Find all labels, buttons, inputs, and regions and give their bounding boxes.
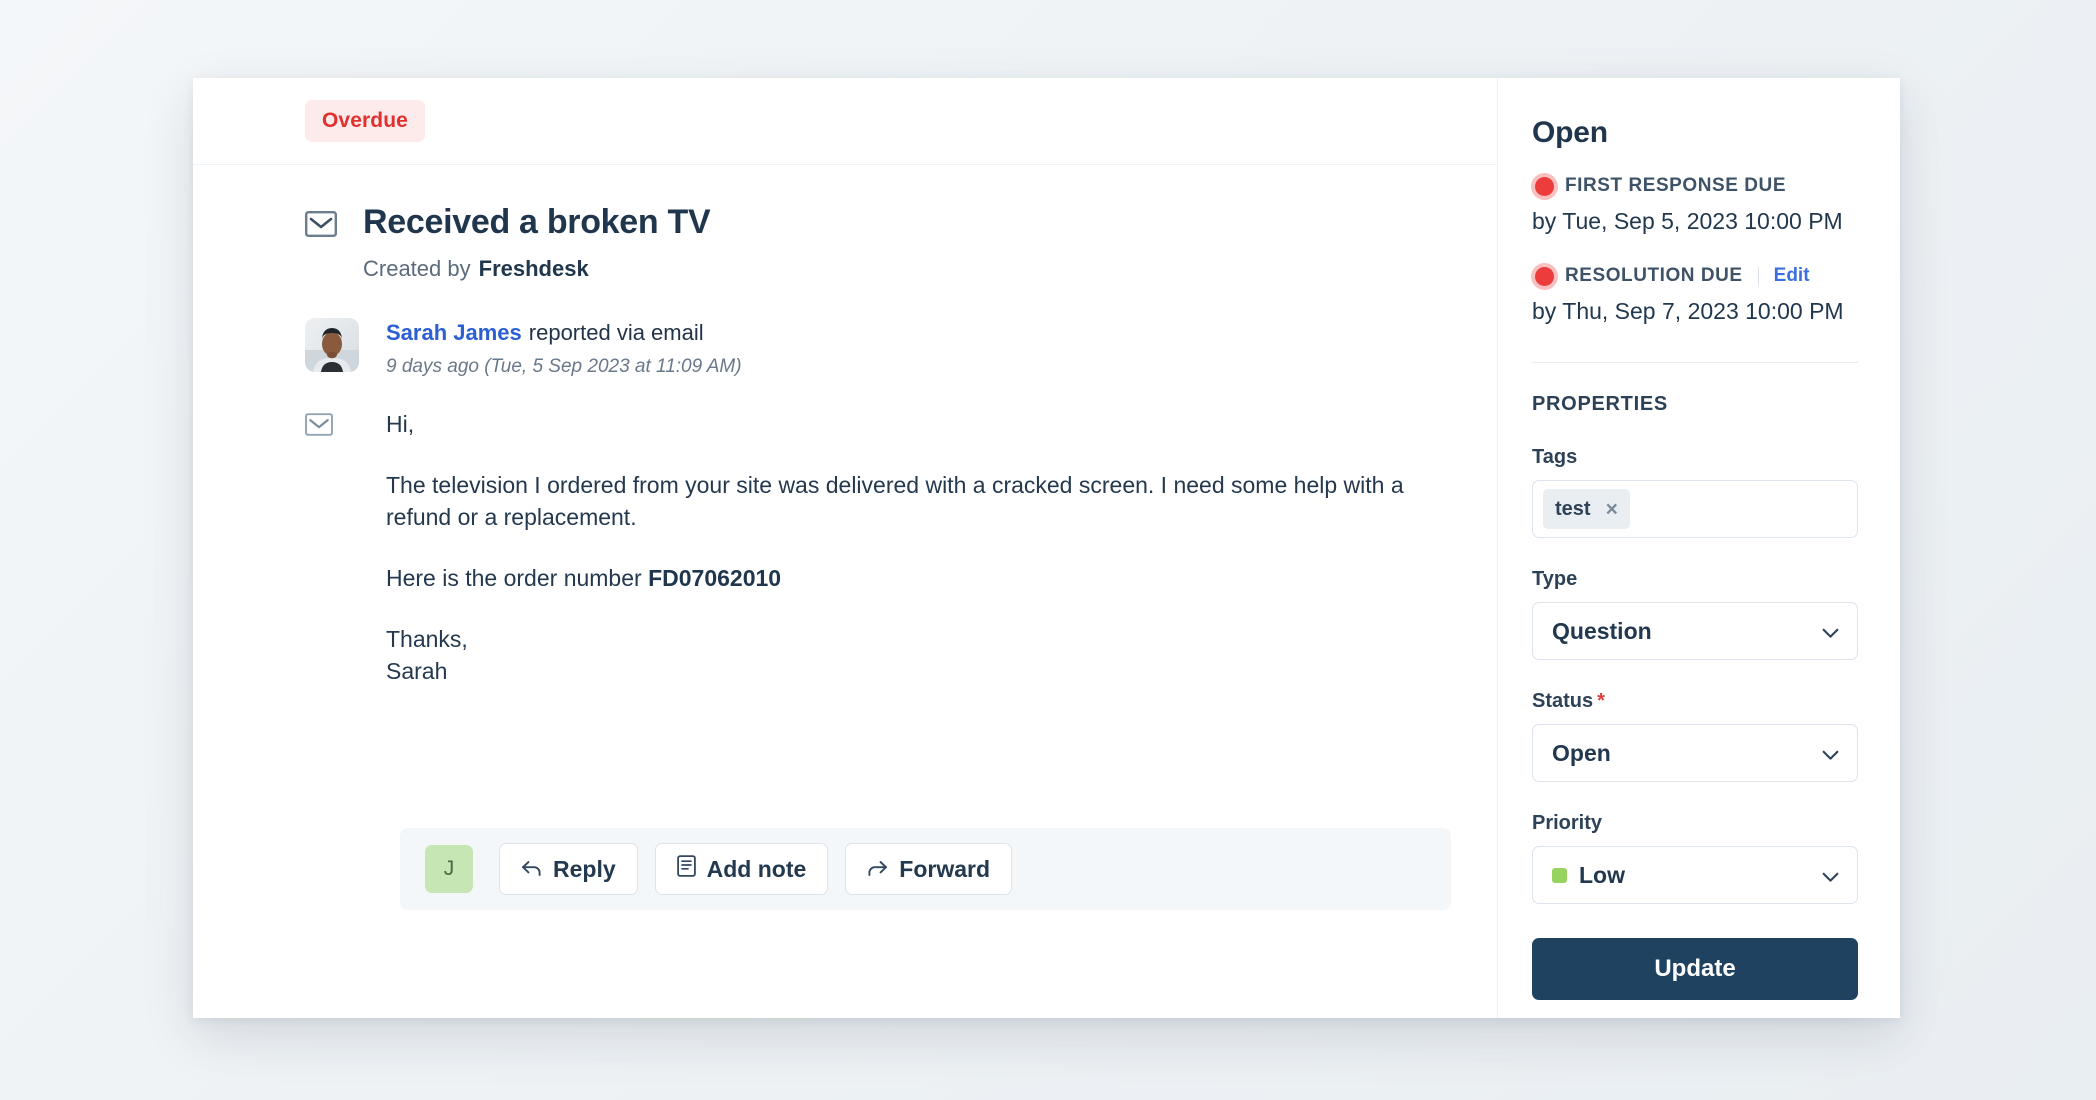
sla-edit-link[interactable]: Edit bbox=[1774, 265, 1810, 287]
created-by-label: Created by bbox=[363, 256, 471, 282]
sla-status-dot-icon bbox=[1535, 266, 1554, 286]
required-indicator: * bbox=[1597, 690, 1605, 712]
created-by-line: Created by Freshdesk bbox=[363, 256, 710, 282]
reporter-row: Sarah James reported via email 9 days ago… bbox=[193, 318, 1497, 378]
ticket-properties-panel: Open FIRST RESPONSE DUE by Tue, Sep 5, 2… bbox=[1498, 78, 1900, 1018]
message-body: Hi, The television I ordered from your s… bbox=[386, 408, 1426, 688]
status-label: Status * bbox=[1532, 690, 1858, 713]
priority-select[interactable]: Low bbox=[1532, 846, 1858, 904]
sla-resolution: RESOLUTION DUE Edit by Thu, Sep 7, 2023 … bbox=[1532, 265, 1858, 325]
type-value: Question bbox=[1552, 617, 1652, 644]
chevron-down-icon bbox=[1822, 618, 1839, 645]
sla-label: FIRST RESPONSE DUE bbox=[1565, 175, 1787, 196]
divider bbox=[1757, 266, 1759, 286]
field-status: Status * Open bbox=[1532, 690, 1858, 782]
sla-label: RESOLUTION DUE bbox=[1565, 265, 1743, 286]
ticket-status-heading: Open bbox=[1532, 116, 1608, 149]
envelope-icon bbox=[305, 203, 363, 282]
ticket-title-block: Received a broken TV Created by Freshdesk bbox=[193, 165, 1497, 282]
reporter-action: reported via email bbox=[528, 320, 704, 346]
page-title: Received a broken TV bbox=[363, 203, 711, 241]
forward-button-label: Forward bbox=[899, 855, 991, 882]
note-document-icon bbox=[676, 855, 696, 883]
forward-button[interactable]: Forward bbox=[845, 843, 1013, 895]
chevron-down-icon bbox=[1822, 862, 1839, 889]
message-row: Hi, The television I ordered from your s… bbox=[193, 408, 1497, 688]
field-tags: Tags test × bbox=[1532, 446, 1858, 538]
add-note-button-label: Add note bbox=[706, 855, 807, 882]
sla-due-date: by Thu, Sep 7, 2023 10:00 PM bbox=[1532, 298, 1844, 324]
update-button[interactable]: Update bbox=[1532, 938, 1858, 1000]
tags-input[interactable]: test × bbox=[1532, 480, 1858, 538]
reporter-line: Sarah James reported via email bbox=[386, 320, 742, 346]
status-label-text: Status bbox=[1532, 690, 1594, 712]
ticket-conversation-panel: Overdue Received a broken TV Created by F… bbox=[193, 78, 1498, 1018]
message-paragraph: The television I ordered from your site … bbox=[386, 471, 1404, 531]
agent-avatar: J bbox=[425, 845, 473, 893]
message-greeting: Hi, bbox=[386, 411, 415, 438]
field-priority: Priority Low bbox=[1532, 812, 1858, 904]
signoff-text: Thanks, bbox=[386, 625, 468, 652]
status-badge-overdue: Overdue bbox=[305, 100, 425, 142]
tag-chip[interactable]: test × bbox=[1543, 489, 1630, 529]
forward-arrow-icon bbox=[867, 856, 888, 883]
reply-arrow-icon bbox=[521, 856, 542, 883]
divider bbox=[1532, 362, 1858, 363]
chevron-down-icon bbox=[1822, 740, 1839, 767]
tags-label: Tags bbox=[1532, 446, 1578, 468]
message-action-bar: J Reply Add note Forward bbox=[400, 828, 1451, 910]
reporter-name-link[interactable]: Sarah James bbox=[386, 320, 522, 345]
tag-remove-icon[interactable]: × bbox=[1606, 499, 1618, 520]
sla-status-dot-icon bbox=[1535, 176, 1554, 196]
priority-color-swatch bbox=[1552, 867, 1567, 883]
type-label: Type bbox=[1532, 568, 1578, 590]
ticket-card: Overdue Received a broken TV Created by F… bbox=[193, 78, 1900, 1018]
sla-due-date: by Tue, Sep 5, 2023 10:00 PM bbox=[1532, 208, 1843, 234]
properties-heading: PROPERTIES bbox=[1532, 393, 1668, 415]
created-by-value: Freshdesk bbox=[478, 256, 589, 282]
envelope-icon bbox=[305, 408, 359, 441]
priority-label: Priority bbox=[1532, 812, 1603, 834]
order-number: FD07062010 bbox=[648, 565, 782, 592]
field-type: Type Question bbox=[1532, 568, 1858, 660]
order-prefix: Here is the order number bbox=[386, 565, 642, 592]
status-select[interactable]: Open bbox=[1532, 724, 1858, 782]
status-value: Open bbox=[1552, 739, 1611, 766]
type-select[interactable]: Question bbox=[1532, 602, 1858, 660]
reporter-timestamp: 9 days ago (Tue, 5 Sep 2023 at 11:09 AM) bbox=[386, 356, 742, 378]
tag-chip-label: test bbox=[1555, 497, 1591, 520]
priority-value: Low bbox=[1579, 861, 1625, 888]
reply-button-label: Reply bbox=[553, 855, 616, 882]
reply-button[interactable]: Reply bbox=[499, 843, 638, 895]
message-signoff: Thanks, Sarah bbox=[386, 623, 1426, 688]
avatar bbox=[305, 318, 359, 373]
signer-name: Sarah bbox=[386, 658, 448, 685]
add-note-button[interactable]: Add note bbox=[654, 843, 829, 895]
message-order-line: Here is the order number FD07062010 bbox=[386, 562, 1426, 595]
badge-row: Overdue bbox=[193, 78, 1497, 165]
sla-first-response: FIRST RESPONSE DUE by Tue, Sep 5, 2023 1… bbox=[1532, 175, 1858, 235]
